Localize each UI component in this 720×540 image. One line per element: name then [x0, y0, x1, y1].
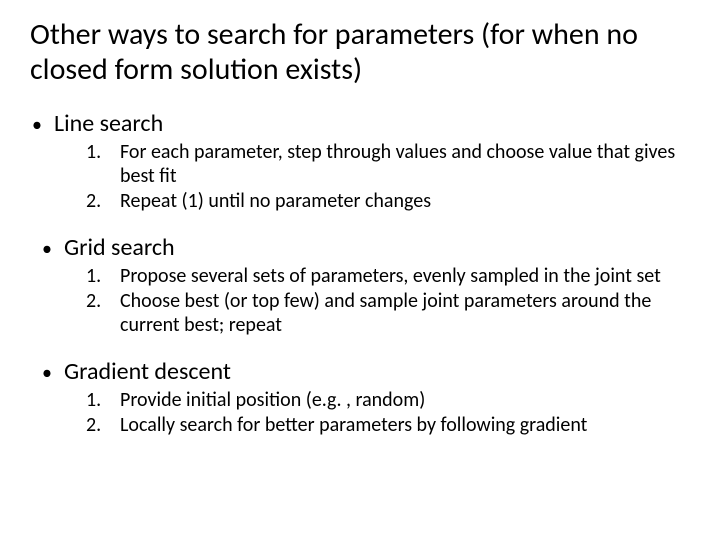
section-items: 1. Propose several sets of parameters, e… [86, 264, 690, 337]
section-label: Grid search [64, 233, 175, 262]
bullet-icon: • [30, 113, 54, 137]
bullet-icon: • [40, 361, 64, 385]
slide-title: Other ways to search for parameters (for… [30, 18, 690, 87]
section-label: Line search [54, 109, 163, 138]
item-number: 1. [86, 264, 120, 288]
list-item: 2. Repeat (1) until no parameter changes [86, 189, 690, 213]
list-item: 2. Locally search for better parameters … [86, 413, 690, 437]
item-text: Choose best (or top few) and sample join… [120, 289, 690, 337]
item-number: 2. [86, 289, 120, 313]
section-items: 1. For each parameter, step through valu… [86, 140, 690, 213]
list-item: 2. Choose best (or top few) and sample j… [86, 289, 690, 337]
item-text: Locally search for better parameters by … [120, 413, 597, 437]
bullet-icon: • [40, 237, 64, 261]
list-item: 1. For each parameter, step through valu… [86, 140, 690, 188]
item-number: 2. [86, 413, 120, 437]
item-text: Repeat (1) until no parameter changes [120, 189, 441, 213]
section-items: 1. Provide initial position (e.g. , rand… [86, 388, 690, 437]
section-line-search: • Line search [30, 109, 690, 138]
item-text: Provide initial position (e.g. , random) [120, 388, 435, 412]
item-number: 2. [86, 189, 120, 213]
section-label: Gradient descent [64, 357, 231, 386]
list-item: 1. Propose several sets of parameters, e… [86, 264, 690, 288]
item-number: 1. [86, 388, 120, 412]
section-grid-search: • Grid search [40, 233, 690, 262]
list-item: 1. Provide initial position (e.g. , rand… [86, 388, 690, 412]
section-gradient-descent: • Gradient descent [40, 357, 690, 386]
item-text: For each parameter, step through values … [120, 140, 690, 188]
slide: Other ways to search for parameters (for… [0, 0, 720, 437]
item-text: Propose several sets of parameters, even… [120, 264, 671, 288]
item-number: 1. [86, 140, 120, 164]
